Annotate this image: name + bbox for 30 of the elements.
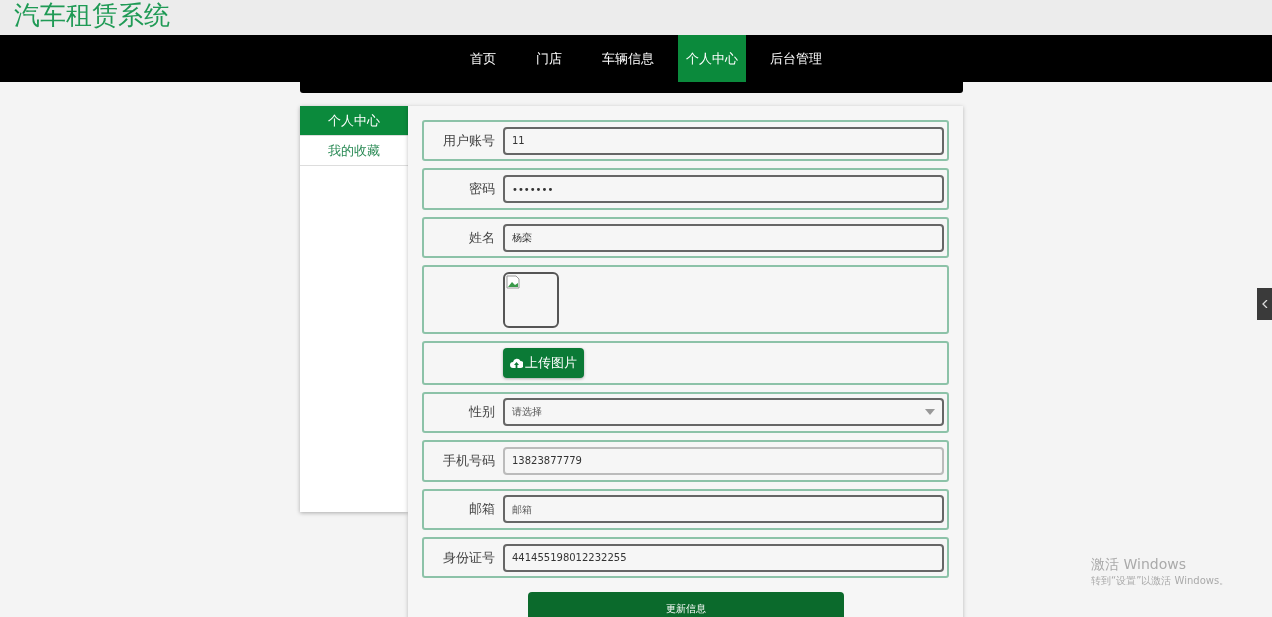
activation-hint: 转到“设置”以激活 Windows。 [1091, 574, 1230, 588]
chevron-left-icon [1261, 300, 1268, 308]
dropdown-caret-icon [925, 409, 935, 416]
sidebar-item[interactable]: 个人中心 [300, 106, 408, 136]
site-title: 汽车租赁系统 [14, 0, 170, 30]
nav-tab[interactable]: 个人中心 [678, 35, 746, 82]
field-label: 邮箱 [468, 500, 495, 519]
input-field[interactable]: 11 [503, 126, 944, 155]
field-label: 手机号码 [442, 451, 495, 470]
collapse-button[interactable] [1257, 288, 1272, 320]
gender-select[interactable]: 请选择 [503, 398, 944, 427]
nav-tab[interactable]: 车辆信息 [586, 35, 670, 82]
input-field[interactable]: ••••••• [503, 175, 944, 204]
field-label: 身份证号 [442, 548, 495, 567]
broken-image-icon [506, 274, 520, 289]
nav-tab[interactable]: 门店 [520, 35, 578, 82]
input-field[interactable]: 441455198012232255 [503, 543, 944, 572]
field-label: 姓名 [468, 228, 495, 247]
input-field[interactable]: 邮箱 [503, 495, 944, 524]
field-label: 用户账号 [442, 131, 495, 150]
field-label: 密码 [468, 180, 495, 199]
sidebar-item[interactable]: 我的收藏 [300, 136, 408, 166]
nav-tab[interactable]: 首页 [454, 35, 512, 82]
upload-button[interactable]: 上传图片 [503, 348, 584, 379]
activation-title: 激活 Windows [1091, 556, 1187, 574]
field-label: 性别 [468, 403, 495, 422]
nav-tab[interactable]: 后台管理 [754, 35, 838, 82]
cloud-upload-icon [510, 357, 523, 369]
input-field[interactable]: 杨栾 [503, 223, 944, 252]
update-button[interactable]: 更新信息 [527, 592, 844, 617]
